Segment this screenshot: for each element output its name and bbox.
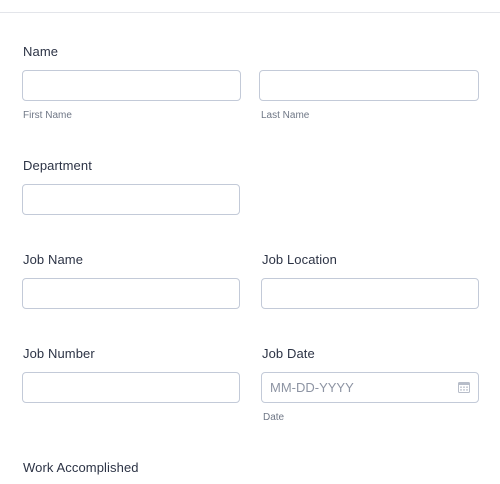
job-date-input[interactable] (261, 372, 479, 403)
top-divider (0, 12, 500, 13)
calendar-icon[interactable] (458, 382, 470, 393)
department-label: Department (23, 158, 92, 173)
first-name-input[interactable] (22, 70, 241, 101)
last-name-input[interactable] (259, 70, 479, 101)
job-date-sublabel: Date (263, 412, 285, 423)
work-accomplished-label: Work Accomplished (23, 460, 139, 475)
job-location-input[interactable] (261, 278, 479, 309)
job-number-input[interactable] (22, 372, 240, 403)
job-name-input[interactable] (22, 278, 240, 309)
job-number-label: Job Number (23, 346, 95, 361)
department-input[interactable] (22, 184, 240, 215)
name-label: Name (23, 44, 59, 59)
last-name-sublabel: Last Name (261, 110, 310, 121)
job-date-label: Job Date (262, 346, 315, 361)
job-location-label: Job Location (262, 252, 337, 267)
job-name-label: Job Name (23, 252, 84, 267)
first-name-sublabel: First Name (23, 110, 72, 121)
